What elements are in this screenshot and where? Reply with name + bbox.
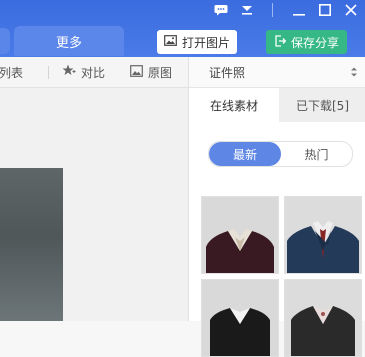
tab-previous[interactable] (0, 28, 10, 54)
original-label: 原图 (148, 65, 173, 80)
toolbar-divider (48, 66, 49, 79)
photo-preview[interactable] (0, 168, 63, 321)
original-button[interactable]: 原图 (130, 57, 172, 87)
suit-thumbnail[interactable] (201, 196, 279, 274)
minimize-icon[interactable] (291, 2, 307, 18)
compare-button[interactable]: 对比 (62, 57, 105, 87)
canvas-toolbar: 图列表 对比 原图 (0, 57, 188, 88)
save-share-label: 保存分享 (290, 35, 339, 50)
title-bar: 更多 打开图片 保存分享 (0, 0, 365, 57)
suit-thumbnail[interactable] (284, 196, 362, 274)
category-select[interactable]: 证件照 (189, 57, 365, 88)
tab-online-label: 在线素材 (209, 98, 258, 113)
open-image-button[interactable]: 打开图片 (157, 30, 237, 54)
suit-image-navy (285, 197, 361, 273)
material-tabs: 在线素材 已下载[5] (189, 88, 365, 122)
suit-image-black (202, 280, 278, 356)
tab-more[interactable]: 更多 (14, 26, 124, 56)
tab-downloaded-label: 已下载[5] (296, 98, 349, 113)
chat-icon[interactable] (213, 2, 229, 18)
tab-downloaded[interactable]: 已下载[5] (279, 88, 365, 122)
tab-more-label: 更多 (55, 35, 82, 51)
open-image-label: 打开图片 (181, 35, 230, 50)
tab-online-materials[interactable]: 在线素材 (189, 88, 279, 122)
sort-toggle: 最新 热门 (208, 141, 353, 167)
list-button[interactable]: 图列表 (0, 57, 23, 87)
filter-latest-label: 最新 (232, 147, 257, 162)
window-controls (213, 0, 359, 20)
list-label: 图列表 (0, 65, 24, 80)
filter-hot-label: 热门 (304, 147, 329, 162)
export-icon (274, 34, 287, 50)
updown-arrow-icon (350, 65, 358, 79)
editing-canvas[interactable] (0, 88, 188, 321)
image-icon (164, 35, 177, 49)
suit-thumbnail[interactable] (284, 279, 362, 357)
filter-latest[interactable]: 最新 (209, 142, 281, 166)
suit-image-dark (285, 280, 361, 356)
close-icon[interactable] (343, 2, 359, 18)
save-share-button[interactable]: 保存分享 (266, 30, 347, 54)
suit-image-burgundy (202, 197, 278, 273)
category-select-value: 证件照 (209, 65, 246, 80)
filter-hot[interactable]: 热门 (281, 142, 352, 166)
separator-icon (265, 2, 281, 18)
compare-label: 对比 (81, 65, 106, 80)
compare-icon (62, 64, 76, 80)
suit-thumbnail[interactable] (201, 279, 279, 357)
material-panel: 证件照 在线素材 已下载[5] 最新 热门 (188, 57, 365, 357)
dropdown-menu-icon[interactable] (239, 2, 255, 18)
picture-icon (130, 64, 143, 80)
maximize-icon[interactable] (317, 2, 333, 18)
